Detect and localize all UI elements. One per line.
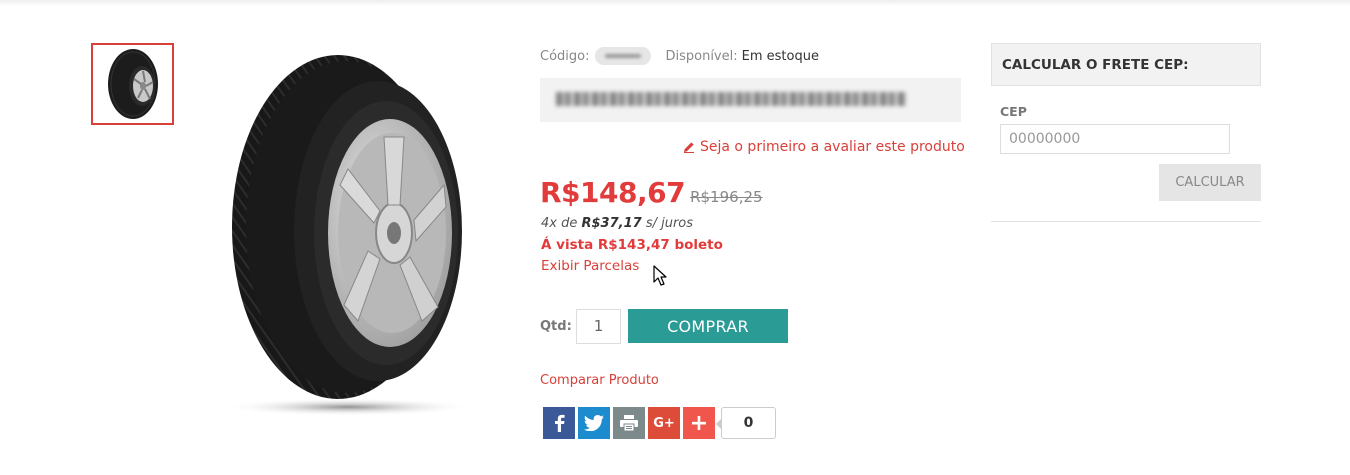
tire-thumbnail-image [107,49,158,119]
header-shadow [0,0,1350,6]
plus-icon: + [689,410,709,436]
show-installments-link[interactable]: Exibir Parcelas [541,258,639,274]
product-code-redacted [595,47,652,65]
product-meta: Código: Disponível: Em estoque [540,47,819,65]
availability-value: Em estoque [741,48,819,64]
share-bar: G+ + 0 [543,407,776,439]
product-thumbnail[interactable] [91,43,174,125]
cep-label: CEP [1000,104,1027,119]
current-price: R$148,67 [540,176,686,209]
quantity-input[interactable]: 1 [576,309,621,344]
twitter-share-button[interactable] [578,407,610,439]
shipping-title: CALCULAR O FRETE CEP: [991,43,1261,86]
product-main-image[interactable] [218,45,488,425]
share-count: 0 [716,407,776,439]
twitter-icon [584,415,604,431]
print-icon [620,415,638,431]
cep-input[interactable]: 00000000 [1000,124,1230,154]
google-plus-share-button[interactable]: G+ [648,407,680,439]
calculate-shipping-button[interactable]: CALCULAR [1159,164,1261,201]
price-block: R$148,67 R$196,25 [540,176,763,209]
facebook-share-button[interactable] [543,407,575,439]
old-price: R$196,25 [690,188,763,206]
installments-prefix: 4x de [541,216,578,231]
pencil-icon [684,142,694,153]
cash-price: Á vista R$143,47 boleto [541,237,723,253]
buy-button[interactable]: COMPRAR [628,309,788,343]
shipping-divider [991,221,1261,222]
google-plus-icon: G+ [653,415,675,431]
review-link-label: Seja o primeiro a avaliar este produto [700,139,965,155]
compare-product-link[interactable]: Comparar Produto [540,373,659,388]
code-label: Código: [540,48,590,64]
availability-label: Disponível: [665,48,738,64]
installments-suffix: s/ juros [645,216,694,231]
review-link[interactable]: Seja o primeiro a avaliar este produto [683,139,965,155]
mouse-cursor-icon [653,265,667,286]
more-share-button[interactable]: + [683,407,715,439]
print-button[interactable] [613,407,645,439]
product-title-redacted [540,78,961,122]
redacted-text [556,92,906,106]
quantity-label: Qtd: [540,319,572,334]
facebook-icon [555,414,565,432]
installments-amount: R$37,17 [581,216,642,231]
installments-info: 4x de R$37,17 s/ juros [541,216,693,231]
